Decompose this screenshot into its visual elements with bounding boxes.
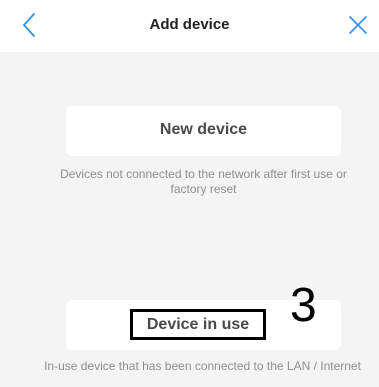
step-number-annotation: 3 — [290, 279, 317, 332]
close-button[interactable] — [343, 10, 373, 40]
close-icon — [349, 16, 367, 34]
device-in-use-description: In-use device that has been connected to… — [44, 359, 361, 373]
highlight-box: Device in use — [130, 309, 266, 340]
new-device-label: New device — [159, 121, 248, 138]
page-title: Add device — [149, 16, 230, 33]
header-bar: Add device — [0, 0, 379, 52]
new-device-description: Devices not connected to the network aft… — [60, 167, 347, 196]
add-device-screen: Add device New device Devices not connec… — [0, 0, 379, 387]
new-device-button[interactable]: New device — [66, 106, 341, 156]
device-in-use-label: Device in use — [146, 315, 250, 333]
